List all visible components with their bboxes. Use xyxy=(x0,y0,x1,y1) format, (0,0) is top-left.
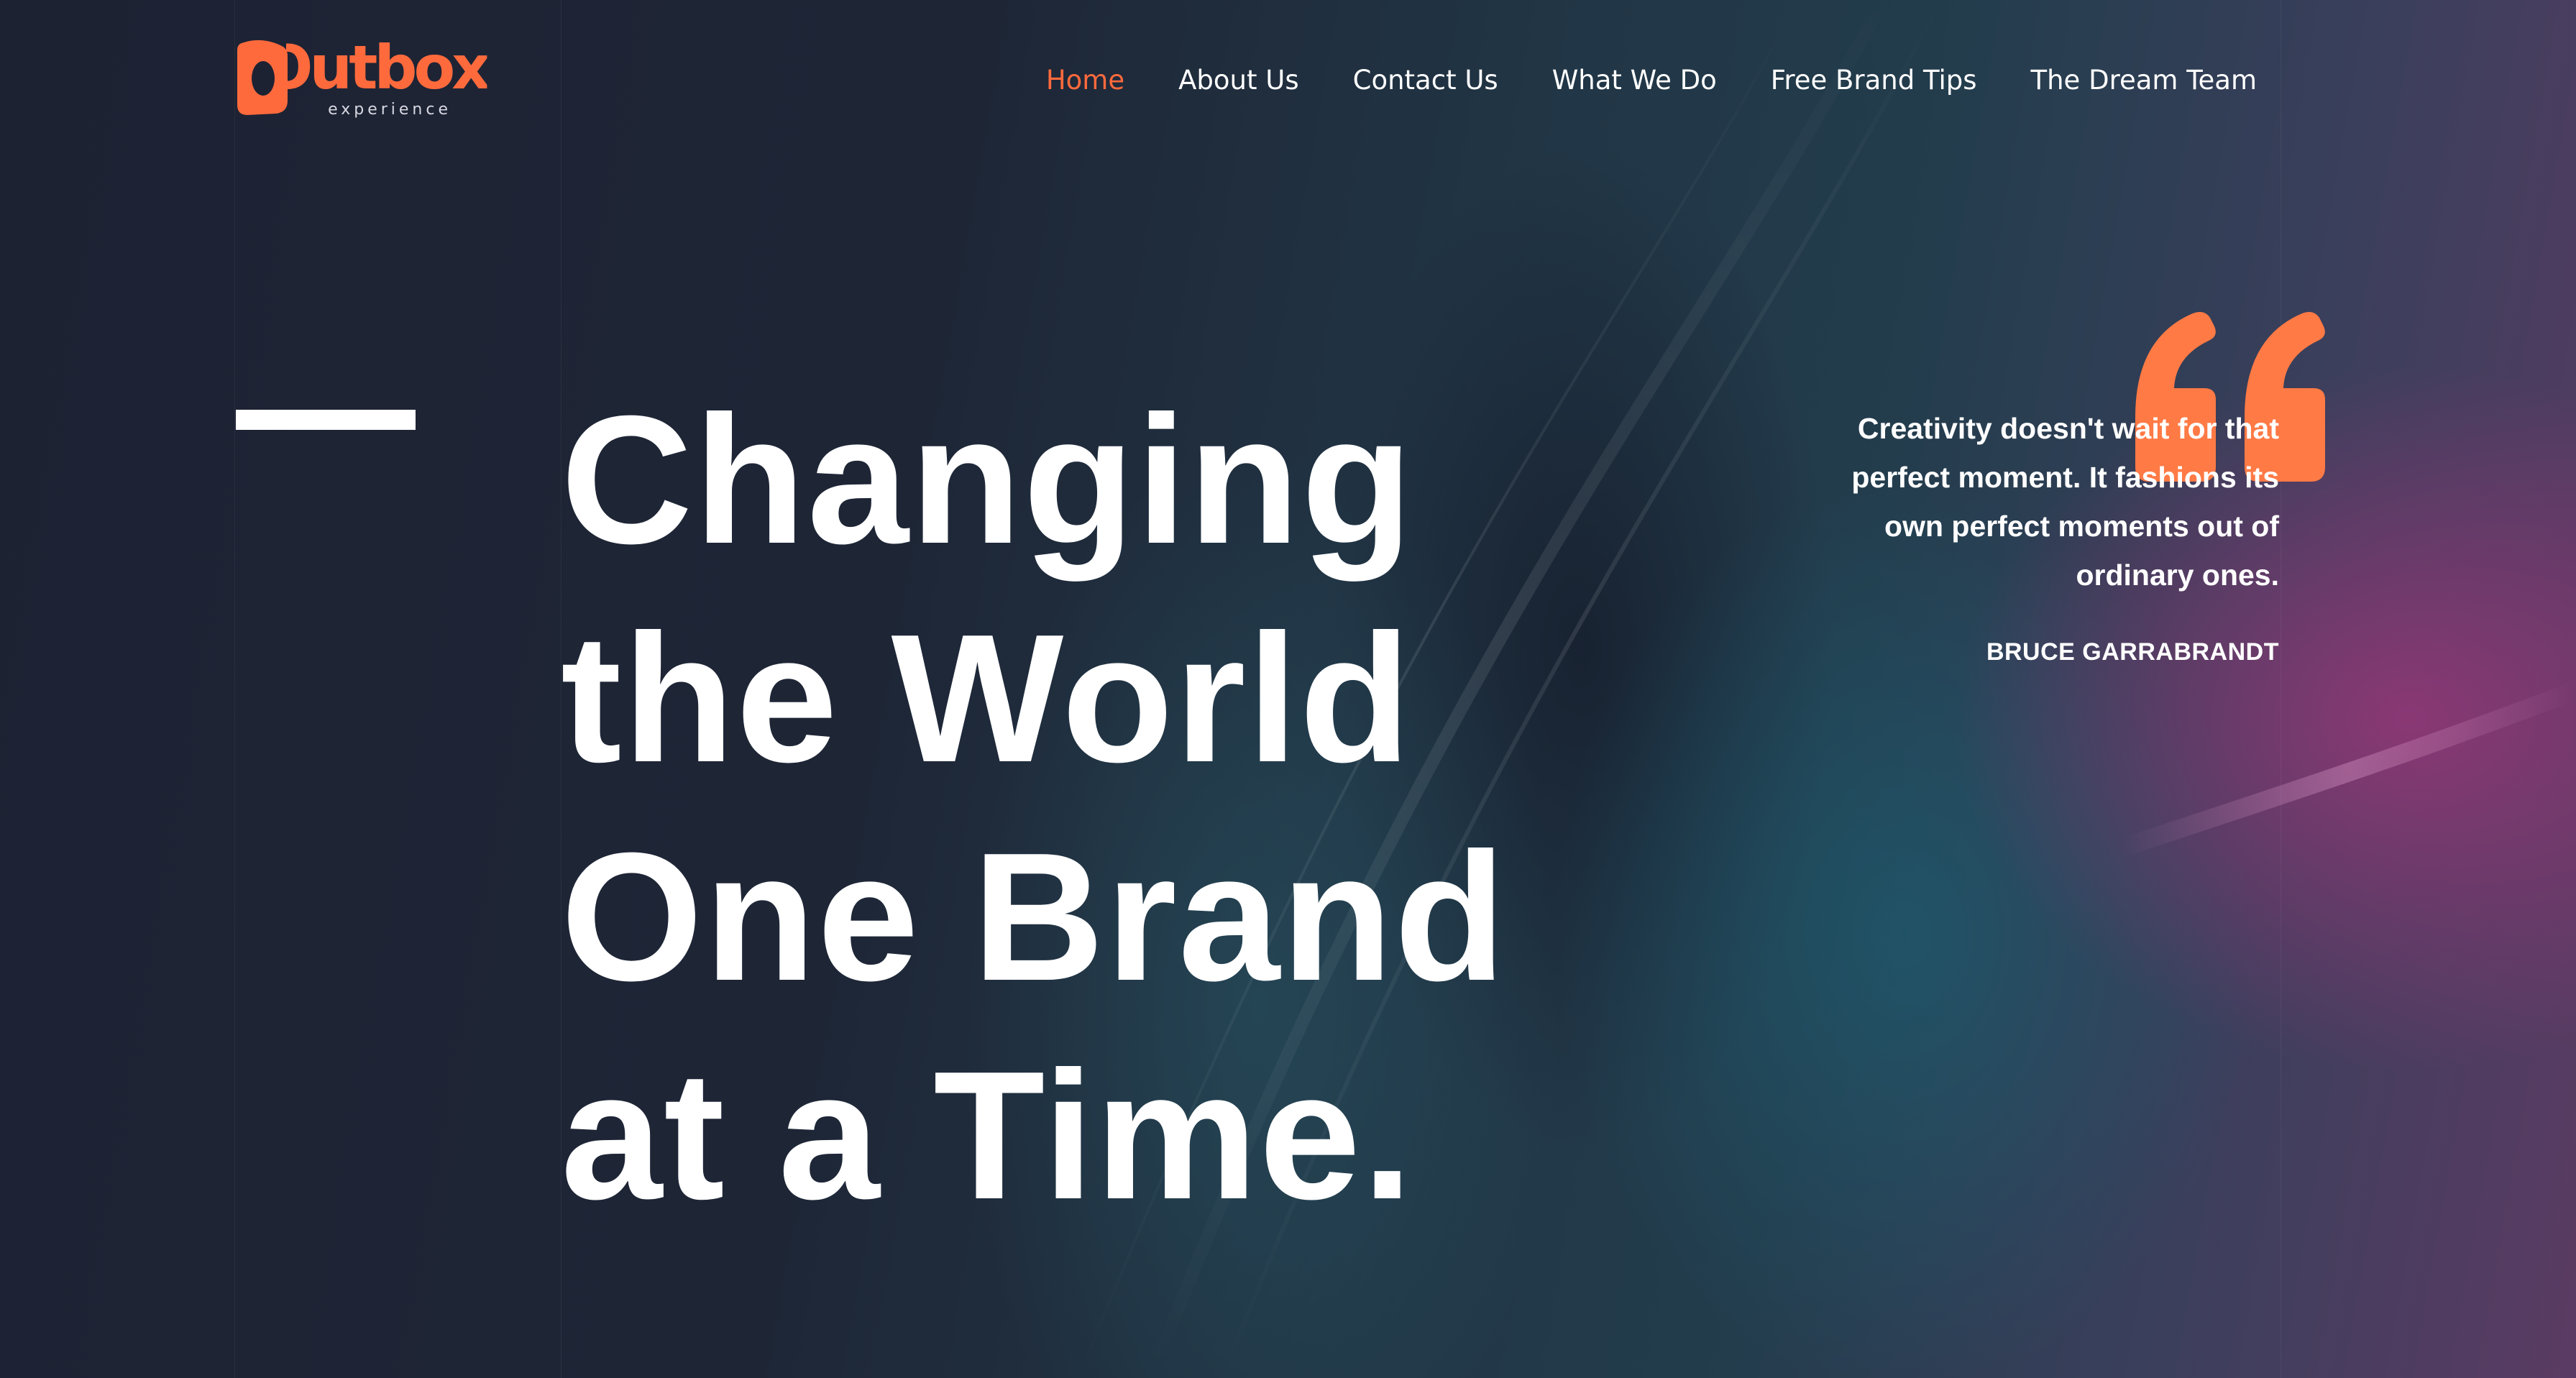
nav-item-free-brand-tips[interactable]: Free Brand Tips xyxy=(1771,63,1977,98)
headline-line: the World xyxy=(561,596,1413,800)
accent-dash xyxy=(236,410,416,430)
nav-item-what-we-do[interactable]: What We Do xyxy=(1552,63,1717,98)
logo-mark-icon xyxy=(237,40,288,116)
headline-line: at a Time. xyxy=(561,1033,1415,1237)
grid-guide-line xyxy=(234,0,235,1378)
brand-name: Outbox xyxy=(262,32,487,103)
nav-item-about-us[interactable]: About Us xyxy=(1178,63,1299,98)
headline-line: Changing xyxy=(561,377,1415,582)
quote-author: BRUCE GARRABRANDT xyxy=(1986,638,2279,666)
hero-headline: Changing the World One Brand at a Time. xyxy=(561,370,1507,1244)
headline-line: One Brand xyxy=(561,814,1508,1019)
brand-logo[interactable]: Outbox experience xyxy=(234,37,487,122)
nav-item-home[interactable]: Home xyxy=(1046,63,1124,98)
nav-item-dream-team[interactable]: The Dream Team xyxy=(2031,63,2258,98)
quote-text: Creativity doesn't wait for that perfect… xyxy=(1851,412,2279,592)
brand-tagline: experience xyxy=(328,101,452,119)
nav-item-contact-us[interactable]: Contact Us xyxy=(1353,63,1498,98)
main-nav: Home About Us Contact Us What We Do Free… xyxy=(1046,63,2257,98)
